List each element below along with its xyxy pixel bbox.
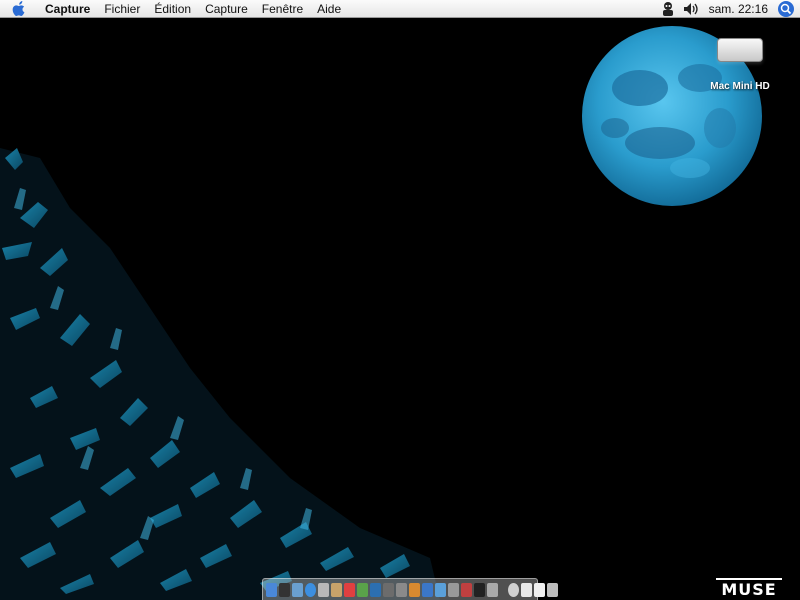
dock [262, 578, 558, 600]
menu-clock[interactable]: sam. 22:16 [709, 2, 768, 16]
muse-logo: MUSE [716, 578, 782, 599]
dock-quicktime-icon[interactable] [422, 582, 433, 597]
apple-icon[interactable] [10, 0, 28, 18]
dock-app-icon[interactable] [461, 582, 472, 597]
volume-icon[interactable] [683, 2, 701, 16]
menu-bar: Capture Fichier Édition Capture Fenêtre … [0, 0, 800, 18]
menu-capture[interactable]: Capture [198, 0, 255, 18]
dock-ical-icon[interactable] [344, 582, 355, 597]
logo-text: MUSE [721, 580, 777, 599]
dock-imovie-icon[interactable] [383, 582, 394, 597]
dock-preferences-icon[interactable] [448, 582, 459, 597]
menu-app-name[interactable]: Capture [38, 0, 97, 18]
dock-ichat-icon[interactable] [318, 582, 329, 597]
desktop-drive[interactable]: Mac Mini HD [700, 38, 780, 92]
dock-itunes-icon[interactable] [357, 582, 368, 597]
dock-trash-icon[interactable] [547, 582, 558, 597]
dock-grab-icon[interactable] [487, 582, 498, 597]
dock-mail-icon[interactable] [292, 582, 303, 597]
user-icon[interactable] [661, 1, 675, 17]
dock-address-book-icon[interactable] [331, 582, 342, 597]
dock-idvd-icon[interactable] [396, 582, 407, 597]
dock-dashboard-icon[interactable] [279, 582, 290, 597]
dock-terminal-icon[interactable] [474, 582, 485, 597]
dock-document-icon[interactable] [521, 582, 532, 597]
dock-safari-icon[interactable] [305, 582, 316, 597]
spotlight-icon[interactable] [778, 0, 794, 17]
dock-iweb-icon[interactable] [435, 582, 446, 597]
menu-fenetre[interactable]: Fenêtre [255, 0, 310, 18]
dock-garageband-icon[interactable] [409, 582, 420, 597]
hard-drive-icon[interactable] [717, 38, 763, 62]
dock-iphoto-icon[interactable] [370, 582, 381, 597]
menu-edition[interactable]: Édition [147, 0, 198, 18]
dock-magnifier-icon[interactable] [508, 582, 519, 597]
menu-fichier[interactable]: Fichier [97, 0, 147, 18]
dock-finder-icon[interactable] [266, 582, 277, 597]
desktop-wallpaper [0, 18, 800, 600]
menu-aide[interactable]: Aide [310, 0, 348, 18]
drive-label[interactable]: Mac Mini HD [700, 81, 780, 92]
dock-window-icon[interactable] [534, 582, 545, 597]
